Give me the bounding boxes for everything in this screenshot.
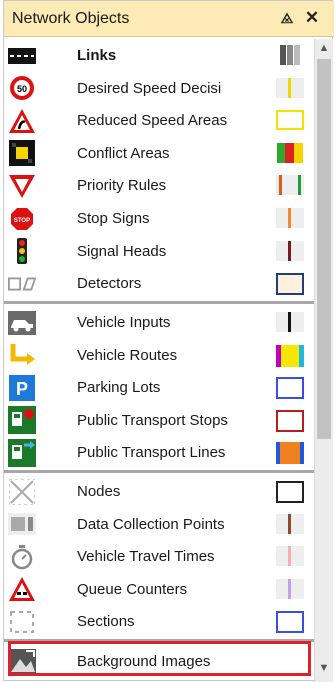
item-label: Nodes bbox=[77, 483, 121, 500]
panel-title: Network Objects bbox=[12, 10, 130, 27]
svg-text:STOP: STOP bbox=[14, 218, 30, 224]
yield-sign-icon bbox=[8, 173, 36, 198]
item-label: Signal Heads bbox=[77, 242, 167, 260]
display-swatch[interactable] bbox=[276, 611, 304, 634]
svg-text:P: P bbox=[16, 379, 28, 399]
speed-limit-50-icon: 50 bbox=[8, 76, 36, 101]
display-swatch[interactable] bbox=[276, 240, 304, 261]
display-swatch[interactable] bbox=[276, 312, 304, 332]
section-icon bbox=[8, 609, 36, 634]
display-swatch[interactable] bbox=[276, 142, 304, 163]
item-label: Data Collection Points bbox=[77, 515, 225, 533]
transit-line-icon bbox=[8, 438, 36, 467]
list-item-queue-counters[interactable]: Queue Counters bbox=[4, 573, 314, 606]
display-swatch[interactable] bbox=[276, 578, 304, 599]
display-swatch[interactable] bbox=[276, 273, 304, 296]
display-swatch[interactable] bbox=[276, 45, 304, 65]
item-label: Reduced Speed Areas bbox=[77, 112, 228, 130]
list-item-reduced-speed-areas[interactable]: Reduced Speed Areas bbox=[4, 104, 314, 137]
list-item-public-transport-lines[interactable]: Public Transport Lines bbox=[4, 436, 314, 469]
list-item-nodes[interactable]: Nodes bbox=[4, 475, 314, 508]
list-item-public-transport-stops[interactable]: Public Transport Stops bbox=[4, 404, 314, 437]
display-swatch[interactable] bbox=[276, 409, 304, 432]
display-swatch[interactable] bbox=[276, 546, 304, 567]
list-item-priority-rules[interactable]: Priority Rules bbox=[4, 169, 314, 202]
item-label: Parking Lots bbox=[77, 379, 161, 397]
vehicle-input-icon bbox=[8, 310, 36, 335]
item-label: Vehicle Travel Times bbox=[77, 548, 215, 566]
network-objects-panel: Network Objects ⨻ ✕ Links 50 Desired Spe… bbox=[3, 0, 334, 682]
display-swatch[interactable] bbox=[276, 481, 304, 503]
item-label: Conflict Areas bbox=[77, 144, 170, 162]
display-swatch[interactable] bbox=[276, 77, 304, 98]
display-swatch[interactable] bbox=[276, 513, 304, 534]
item-label: Sections bbox=[77, 613, 135, 631]
display-swatch[interactable] bbox=[276, 344, 304, 367]
traffic-light-icon bbox=[8, 238, 36, 265]
data-collection-icon bbox=[8, 512, 36, 537]
list-item-data-collection-points[interactable]: Data Collection Points bbox=[4, 508, 314, 541]
group-separator bbox=[4, 470, 314, 473]
display-swatch[interactable] bbox=[276, 377, 304, 400]
curve-warning-icon bbox=[8, 108, 36, 133]
list-item-vehicle-travel-times[interactable]: Vehicle Travel Times bbox=[4, 540, 314, 573]
links-icon bbox=[8, 43, 36, 68]
transit-stop-icon bbox=[8, 406, 36, 435]
panel-titlebar: Network Objects ⨻ ✕ bbox=[4, 1, 334, 37]
item-label: Public Transport Lines bbox=[77, 444, 226, 462]
stop-sign-icon: STOP bbox=[8, 206, 36, 231]
item-label: Vehicle Routes bbox=[77, 346, 178, 364]
item-label: Detectors bbox=[77, 275, 142, 293]
display-swatch[interactable] bbox=[276, 110, 304, 131]
list-item-links[interactable]: Links bbox=[4, 39, 314, 72]
item-label: Public Transport Stops bbox=[77, 411, 228, 429]
chevron-down-icon[interactable]: ▼ bbox=[315, 659, 333, 677]
parking-icon: P bbox=[8, 374, 36, 401]
list-item-parking-lots[interactable]: P Parking Lots bbox=[4, 371, 314, 404]
group-separator bbox=[4, 301, 314, 304]
conflict-area-icon bbox=[8, 140, 36, 167]
vertical-scrollbar[interactable]: ▲ ▼ bbox=[314, 39, 333, 682]
route-arrow-icon bbox=[8, 343, 36, 368]
stopwatch-icon bbox=[8, 544, 36, 569]
item-label: Vehicle Inputs bbox=[77, 314, 171, 331]
list-item-sections[interactable]: Sections bbox=[4, 605, 314, 638]
item-label: Desired Speed Decisi bbox=[77, 79, 222, 97]
display-swatch[interactable] bbox=[276, 208, 304, 228]
item-label: Stop Signs bbox=[77, 210, 150, 227]
list-item-vehicle-routes[interactable]: Vehicle Routes bbox=[4, 339, 314, 372]
chevron-up-icon[interactable]: ▲ bbox=[315, 39, 333, 57]
list-item-signal-heads[interactable]: Signal Heads bbox=[4, 235, 314, 268]
pin-icon[interactable]: ⨻ bbox=[277, 8, 297, 28]
list-item-conflict-areas[interactable]: Conflict Areas bbox=[4, 137, 314, 170]
list-item-desired-speed-decisions[interactable]: 50 Desired Speed Decisi bbox=[4, 72, 314, 105]
list-item-stop-signs[interactable]: STOP Stop Signs bbox=[4, 202, 314, 235]
detector-icon bbox=[8, 271, 36, 296]
scroll-thumb[interactable] bbox=[317, 59, 331, 439]
close-icon[interactable]: ✕ bbox=[302, 8, 322, 28]
queue-counter-icon bbox=[8, 577, 36, 602]
selection-highlight bbox=[8, 641, 311, 676]
svg-text:50: 50 bbox=[17, 84, 27, 94]
node-icon bbox=[8, 478, 36, 505]
network-objects-list: Links 50 Desired Speed Decisi Reduced Sp… bbox=[4, 39, 314, 682]
list-item-vehicle-inputs[interactable]: Vehicle Inputs bbox=[4, 306, 314, 339]
item-label: Links bbox=[77, 47, 117, 64]
display-swatch[interactable] bbox=[276, 175, 304, 196]
item-label: Priority Rules bbox=[77, 177, 167, 195]
item-label: Queue Counters bbox=[77, 580, 188, 598]
list-item-detectors[interactable]: Detectors bbox=[4, 267, 314, 300]
display-swatch[interactable] bbox=[276, 442, 304, 465]
